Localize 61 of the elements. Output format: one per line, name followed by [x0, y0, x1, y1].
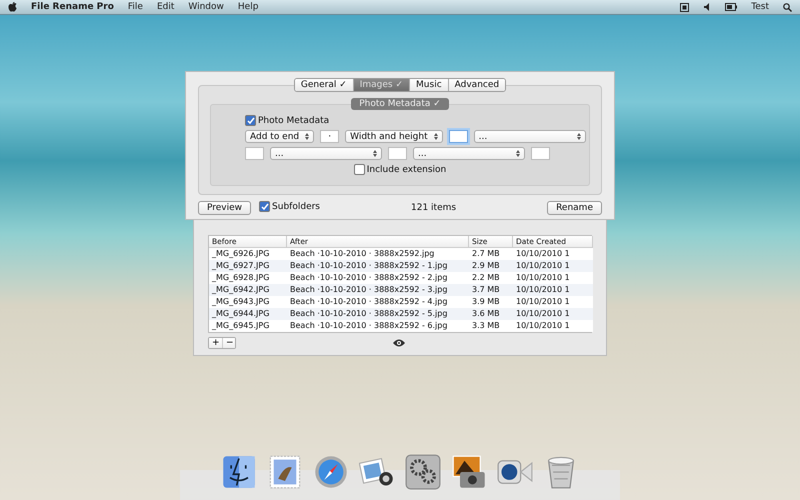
tab[interactable]: Music	[409, 79, 448, 91]
checkbox-label: Subfolders	[272, 202, 320, 212]
checkbox[interactable]: Photo Metadata	[245, 115, 330, 126]
table-cell: _MG_6944.JPG	[209, 308, 287, 320]
eye-icon[interactable]	[393, 339, 405, 347]
checkbox-label: Photo Metadata	[258, 116, 330, 126]
menu-item[interactable]: Edit	[156, 2, 174, 12]
table-cell: 3.7 MB	[469, 284, 513, 296]
battery-icon[interactable]	[725, 3, 738, 11]
input-field[interactable]	[245, 147, 264, 160]
app-menu[interactable]: File Rename Pro	[31, 2, 114, 12]
item-count: 121 items	[410, 203, 458, 213]
table-cell: 10/10/2010 1	[513, 308, 593, 320]
rename-button[interactable]: Rename	[547, 201, 602, 215]
dropdown[interactable]: ...	[413, 147, 525, 160]
speaker-icon[interactable]	[703, 3, 712, 11]
checkmark-icon	[246, 116, 254, 124]
dropdown[interactable]: ...	[270, 147, 382, 160]
stepper-icon	[373, 150, 377, 157]
apple-logo-icon[interactable]	[8, 2, 17, 12]
checkbox[interactable]: Include extension	[354, 164, 446, 175]
dropdown[interactable]: ...	[474, 130, 586, 143]
input-field[interactable]	[448, 130, 468, 143]
input-field[interactable]	[531, 147, 550, 160]
face-icon[interactable]	[221, 454, 257, 490]
search-icon[interactable]	[783, 2, 792, 12]
stamp-icon[interactable]	[267, 454, 303, 490]
photo-camera-icon[interactable]	[451, 454, 487, 490]
table-cell: _MG_6942.JPG	[209, 284, 287, 296]
table-cell: 3.6 MB	[469, 308, 513, 320]
table-cell: Beach ·10-10-2010 · 3888x2592 - 1.jpg	[287, 260, 469, 272]
tab[interactable]: Advanced	[448, 79, 506, 91]
user-name[interactable]: Test	[751, 2, 769, 12]
menu-item[interactable]: Window	[188, 2, 224, 12]
table-cell: 10/10/2010 1	[513, 284, 593, 296]
menu-item[interactable]: Help	[238, 2, 258, 12]
stepper-icon	[434, 133, 438, 140]
stepper-icon	[516, 150, 520, 157]
preview-button[interactable]: Preview	[198, 201, 252, 215]
stepper-icon	[305, 133, 310, 140]
table-cell: 2.9 MB	[469, 260, 513, 272]
gears-icon[interactable]	[405, 454, 441, 490]
table-cell: Beach ·10-10-2010 · 3888x2592 - 5.jpg	[287, 308, 469, 320]
table-cell: Beach ·10-10-2010 · 3888x2592 - 3.jpg	[287, 284, 469, 296]
stepper-icon	[576, 133, 581, 140]
compass-icon[interactable]	[313, 454, 349, 490]
input-field[interactable]: ·	[320, 130, 340, 143]
tab[interactable]: General ✓	[294, 79, 353, 91]
status-icon[interactable]	[680, 2, 690, 12]
table-cell: 10/10/2010 1	[513, 260, 593, 272]
input-field[interactable]	[388, 147, 407, 160]
dropdown[interactable]: Width and height	[345, 130, 443, 143]
add-remove-button[interactable]: −	[222, 338, 235, 348]
dropdown[interactable]: Add to end	[245, 130, 314, 143]
checkbox-label: Include extension	[366, 164, 446, 174]
checkbox[interactable]: Subfolders	[259, 201, 320, 212]
table-cell: _MG_6927.JPG	[209, 260, 287, 272]
checkmark-icon	[260, 202, 269, 210]
add-remove-button[interactable]: +	[209, 338, 222, 348]
menu-item[interactable]: File	[128, 2, 143, 12]
group-title: Photo Metadata ✓	[351, 98, 449, 110]
